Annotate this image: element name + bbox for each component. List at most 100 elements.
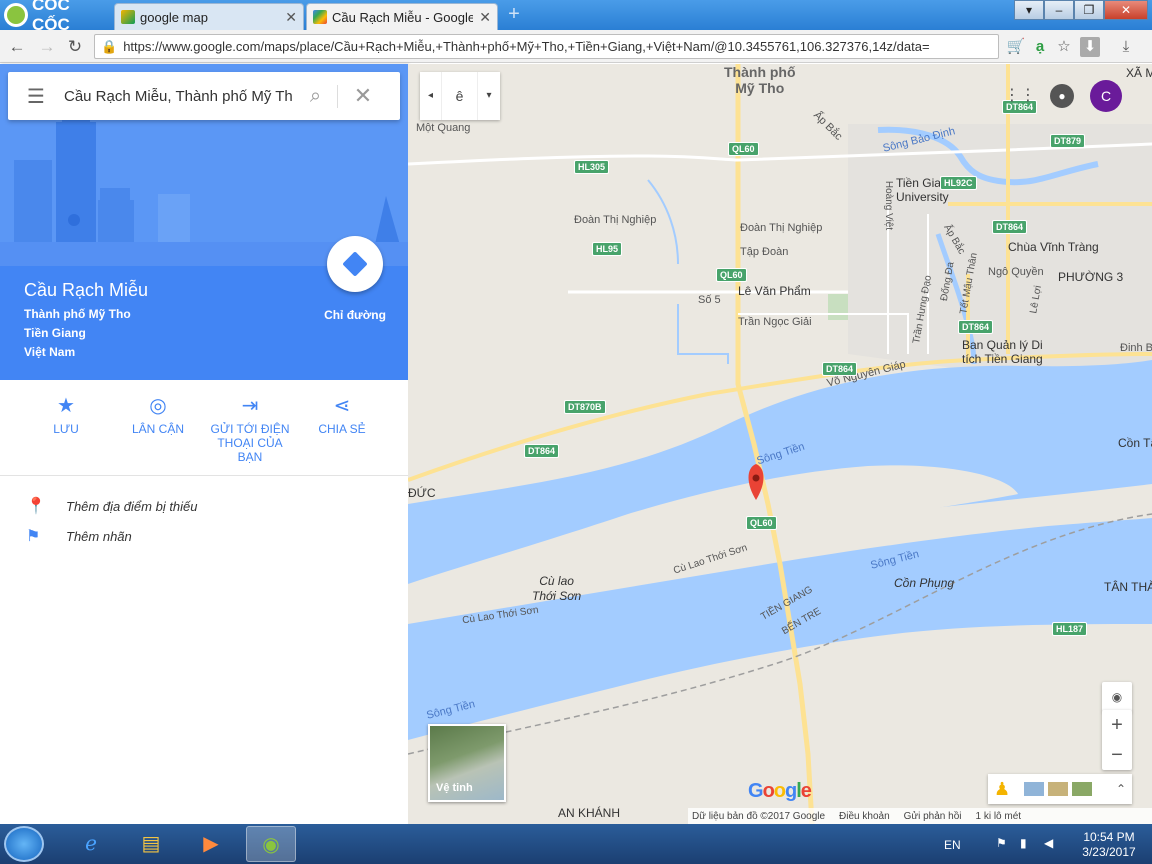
road-shield: DT864 — [822, 362, 858, 376]
language-indicator[interactable]: EN — [944, 838, 961, 852]
road-shield: DT870B — [564, 400, 606, 414]
taskbar-clock[interactable]: 10:54 PM 3/23/2017 — [1072, 830, 1146, 860]
map-toolbar: ◂ ê ▾ — [420, 72, 500, 120]
map-graphics — [408, 64, 1152, 824]
notifications-icon[interactable]: ● — [1050, 84, 1074, 108]
directions-label[interactable]: Chỉ đường — [316, 308, 394, 322]
save-label: LƯU — [53, 422, 79, 436]
tab-close-icon[interactable]: ✕ — [285, 9, 297, 26]
directions-button[interactable] — [327, 236, 383, 292]
tab-close-icon[interactable]: ✕ — [479, 9, 491, 26]
collapse-panel-button[interactable]: ◂ — [420, 72, 442, 120]
road-shield: DT864 — [992, 220, 1028, 234]
map-label: Cồn Tâ — [1118, 436, 1152, 450]
minimize-button[interactable]: – — [1044, 0, 1074, 20]
nearby-label: LÂN CẬN — [131, 422, 184, 436]
tab-label: Cầu Rạch Miễu - Google M — [332, 9, 474, 25]
map-label: Đoàn Thị Nghiệp — [574, 214, 657, 226]
search-box[interactable]: ☰ ⌕ ✕ — [8, 72, 400, 120]
url-text: https://www.google.com/maps/place/Cầu+Rạ… — [123, 39, 930, 54]
directions-icon — [342, 251, 368, 277]
search-icon[interactable]: ⌕ — [294, 84, 338, 108]
nearby-icon: ◎ — [149, 395, 167, 417]
place-title: Cầu Rạch Miễu — [24, 280, 149, 300]
menu-icon[interactable]: ☰ — [8, 84, 64, 109]
expand-up-icon[interactable]: ⌃ — [1116, 782, 1126, 796]
restore-button[interactable]: ❐ — [1074, 0, 1104, 20]
map-label: XÃ M — [1126, 66, 1152, 80]
apps-grid-icon[interactable]: ⋮⋮ — [1004, 84, 1036, 108]
place-address-line: Tiền Giang — [24, 326, 86, 340]
search-input[interactable] — [64, 87, 294, 105]
zoom-out-button[interactable]: − — [1102, 740, 1132, 770]
windows-taskbar: ℯ ▤ ▶ ◉ EN ⚑ ▮ ◀ 10:54 PM 3/23/2017 — [0, 824, 1152, 864]
zoom-in-button[interactable]: + — [1102, 710, 1132, 740]
add-missing-place-row[interactable]: 📍 Thêm địa điểm bị thiếu — [26, 496, 198, 516]
map-label-poi: Chùa Vĩnh Tràng — [1008, 240, 1099, 254]
account-avatar[interactable]: C — [1090, 80, 1122, 112]
tab-label: google map — [140, 9, 208, 25]
road-shield: DT864 — [524, 444, 560, 458]
layers-bar: ♟ ⌃ — [988, 774, 1132, 804]
feedback-link[interactable]: Gửi phản hồi — [904, 811, 962, 822]
cart-icon[interactable]: 🛒 — [1006, 37, 1026, 57]
map-label: Đoàn Thị Nghiệp — [740, 222, 823, 234]
share-button[interactable]: ⋖ CHIA SẺ — [300, 394, 384, 436]
send-to-phone-button[interactable]: ⇥ GỬI TỚI ĐIỆN THOẠI CỦA BẠN — [208, 394, 292, 464]
map-canvas[interactable]: Thành phố Mỹ Tho Một Quang Ấp Bắc Sông B… — [408, 64, 1152, 824]
pegman-icon[interactable]: ♟ — [994, 779, 1024, 800]
imagery-thumb-icon[interactable] — [1048, 782, 1068, 796]
add-missing-place-label: Thêm địa điểm bị thiếu — [66, 498, 198, 514]
browser-brand[interactable]: CỐC CỐC — [0, 0, 112, 34]
save-button[interactable]: ★ LƯU — [24, 394, 108, 436]
map-label: Cồn Phụng — [894, 576, 955, 590]
satellite-label: Vệ tinh — [436, 782, 473, 794]
address-bar[interactable]: 🔒 https://www.google.com/maps/place/Cầu+… — [94, 34, 999, 59]
road-shield: QL60 — [728, 142, 759, 156]
add-label-label: Thêm nhãn — [66, 528, 132, 544]
coccoc-browser-icon[interactable]: ◉ — [246, 826, 296, 862]
map-label: Một Quang — [416, 122, 471, 134]
my-location-button[interactable]: ◉ — [1102, 682, 1132, 712]
download-media-icon[interactable]: ⬇ — [1080, 37, 1100, 57]
send-to-phone-label: GỬI TỚI ĐIỆN THOẠI CỦA BẠN — [210, 422, 290, 464]
network-warning-icon[interactable]: ⚑ — [996, 836, 1007, 850]
clear-search-icon[interactable]: ✕ — [338, 83, 388, 109]
star-icon: ★ — [57, 395, 75, 417]
system-tray: EN ⚑ ▮ ◀ 10:54 PM 3/23/2017 — [940, 828, 1152, 862]
back-button[interactable]: ← — [6, 36, 28, 58]
media-player-icon[interactable]: ▶ — [186, 826, 236, 862]
map-label-poi: Ban Quản lý Di tích Tiền Giang — [962, 338, 1043, 366]
bookmark-star-icon[interactable]: ☆ — [1054, 37, 1074, 57]
imagery-thumb-icon[interactable] — [1072, 782, 1092, 796]
volume-icon[interactable]: ◀ — [1044, 836, 1053, 850]
downloads-icon[interactable]: ⤓ — [1116, 37, 1136, 57]
forward-button[interactable]: → — [36, 36, 58, 58]
add-label-row[interactable]: ⚑ Thêm nhãn — [26, 526, 132, 546]
input-tools-dropdown-button[interactable]: ▾ — [478, 72, 500, 120]
satellite-toggle[interactable]: Vệ tinh — [428, 724, 506, 802]
tab-google-map[interactable]: google map ✕ — [114, 3, 304, 30]
tab-cau-rach-mieu[interactable]: Cầu Rạch Miễu - Google M ✕ — [306, 3, 498, 30]
signal-icon[interactable]: ▮ — [1020, 836, 1027, 850]
navigation-bar: ← → ↻ 🔒 https://www.google.com/maps/plac… — [0, 30, 1152, 63]
place-address-line: Việt Nam — [24, 345, 76, 359]
input-tools-button[interactable]: ê — [442, 72, 478, 120]
user-menu-button[interactable]: ▾ — [1014, 0, 1044, 20]
new-tab-button[interactable]: + — [503, 4, 525, 25]
map-label: Tập Đoàn — [740, 246, 789, 258]
nearby-button[interactable]: ◎ LÂN CẬN — [116, 394, 200, 436]
road-shield: QL60 — [746, 516, 777, 530]
tab-favicon-icon — [121, 10, 135, 24]
internet-explorer-icon[interactable]: ℯ — [66, 826, 116, 862]
terms-link[interactable]: Điều khoản — [839, 811, 890, 822]
file-explorer-icon[interactable]: ▤ — [126, 826, 176, 862]
road-shield: HL95 — [592, 242, 623, 256]
close-window-button[interactable]: ✕ — [1104, 0, 1148, 20]
road-shield: HL92C — [940, 176, 977, 190]
translate-icon[interactable]: ạ — [1030, 37, 1050, 57]
reload-button[interactable]: ↻ — [64, 36, 86, 58]
scale-label[interactable]: 1 ki lô mét — [975, 811, 1021, 822]
imagery-thumb-icon[interactable] — [1024, 782, 1044, 796]
start-button[interactable] — [4, 826, 44, 862]
